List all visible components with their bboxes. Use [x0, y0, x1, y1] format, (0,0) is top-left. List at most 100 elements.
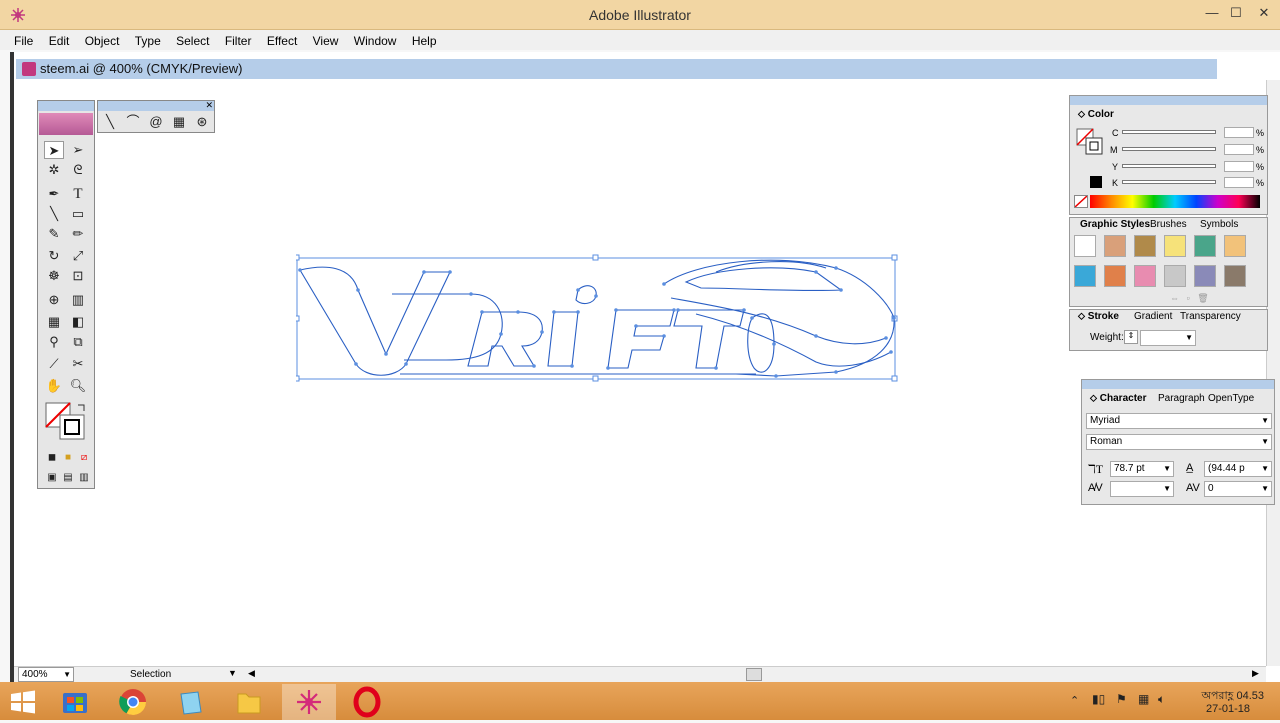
selection-tool-icon[interactable]: ➤: [44, 141, 64, 159]
tray-flag-icon[interactable]: ⚑: [1116, 692, 1127, 706]
line-tool-icon[interactable]: ╲: [44, 205, 64, 223]
graphic-style-swatch[interactable]: [1104, 235, 1126, 257]
font-style-select[interactable]: Roman ▼: [1086, 434, 1272, 450]
full-screen-mode-icon[interactable]: ▥: [74, 469, 94, 487]
taskbar-store-icon[interactable]: [48, 684, 102, 720]
none-mode-icon[interactable]: ⧄: [74, 449, 94, 467]
selected-artwork[interactable]: [296, 254, 898, 382]
taskbar-chrome-icon[interactable]: [106, 684, 160, 720]
channel-y-value[interactable]: [1224, 161, 1254, 172]
graphic-style-swatch[interactable]: [1134, 265, 1156, 287]
eyedropper-tool-icon[interactable]: ⚲: [44, 333, 64, 351]
menu-select[interactable]: Select: [170, 31, 215, 51]
blend-tool-icon[interactable]: ⧉: [68, 333, 88, 351]
tab-transparency[interactable]: Transparency: [1180, 311, 1241, 323]
scale-tool-icon[interactable]: ⤢: [68, 247, 88, 265]
color-spectrum-bar[interactable]: [1090, 195, 1260, 208]
paintbrush-tool-icon[interactable]: ✎: [44, 225, 64, 243]
windows-start-icon[interactable]: [10, 690, 36, 714]
font-size-field[interactable]: 78.7 pt ▼: [1110, 461, 1174, 477]
channel-c-value[interactable]: [1224, 127, 1254, 138]
tools-panel-header[interactable]: [38, 101, 94, 111]
graphic-style-swatch[interactable]: [1104, 265, 1126, 287]
menu-edit[interactable]: Edit: [43, 31, 76, 51]
taskbar-file-explorer-icon[interactable]: [222, 684, 276, 720]
hand-tool-icon[interactable]: ✋: [44, 377, 64, 395]
taskbar-opera-icon[interactable]: [340, 684, 394, 720]
polar-grid-tool-icon[interactable]: ⊛: [192, 113, 212, 131]
pen-tool-icon[interactable]: ✒: [44, 185, 64, 203]
channel-m-value[interactable]: [1224, 144, 1254, 155]
color-panel-header[interactable]: [1070, 96, 1267, 105]
close-button[interactable]: ✕: [1250, 4, 1278, 22]
gradient-tool-icon[interactable]: ◧: [68, 313, 88, 331]
graphic-style-swatch[interactable]: [1194, 235, 1216, 257]
lasso-tool-icon[interactable]: ᘓ: [68, 161, 88, 179]
scissors-tool-icon[interactable]: ✂: [68, 355, 88, 373]
mesh-tool-icon[interactable]: ▦: [44, 313, 64, 331]
flyout-header[interactable]: ✕: [98, 100, 214, 111]
channel-k-value[interactable]: [1224, 177, 1254, 188]
tab-character[interactable]: ⬦ Character: [1090, 393, 1146, 405]
tab-brushes[interactable]: Brushes: [1150, 219, 1187, 231]
channel-k-slider[interactable]: [1122, 180, 1216, 184]
direct-selection-tool-icon[interactable]: ➢: [68, 141, 88, 159]
line-segment-tool-icon[interactable]: ╲: [100, 113, 120, 131]
type-tool-icon[interactable]: T: [68, 185, 88, 203]
menu-view[interactable]: View: [307, 31, 345, 51]
tab-symbols[interactable]: Symbols: [1200, 219, 1238, 231]
status-dropdown-arrow-icon[interactable]: ▼: [228, 668, 237, 678]
tray-clock-date[interactable]: 27-01-18: [1180, 703, 1250, 715]
tab-graphic-styles[interactable]: Graphic Styles: [1080, 219, 1150, 231]
stroke-weight-select[interactable]: ▼: [1140, 330, 1196, 346]
scroll-left-arrow-icon[interactable]: ◀: [248, 668, 255, 679]
graphic-style-swatch[interactable]: [1224, 235, 1246, 257]
menu-filter[interactable]: Filter: [219, 31, 258, 51]
zoom-tool-icon[interactable]: 🔍︎: [68, 377, 88, 395]
menu-help[interactable]: Help: [406, 31, 443, 51]
tracking-field[interactable]: 0 ▼: [1204, 481, 1272, 497]
black-swatch-icon[interactable]: [1090, 176, 1102, 188]
tray-network-icon[interactable]: ▦: [1138, 692, 1149, 706]
character-panel-header[interactable]: [1082, 380, 1274, 389]
arc-tool-icon[interactable]: ⌒: [123, 113, 143, 131]
menu-file[interactable]: File: [8, 31, 39, 51]
graphic-style-swatch[interactable]: [1194, 265, 1216, 287]
pencil-tool-icon[interactable]: ✏: [68, 225, 88, 243]
menu-effect[interactable]: Effect: [261, 31, 303, 51]
magic-wand-tool-icon[interactable]: ✲: [44, 161, 64, 179]
scroll-right-arrow-icon[interactable]: ▶: [1252, 668, 1259, 679]
fill-stroke-swatch-icon[interactable]: [44, 401, 88, 443]
graphic-style-swatch[interactable]: [1164, 235, 1186, 257]
none-color-icon[interactable]: [1074, 195, 1088, 208]
tab-stroke[interactable]: ⬦ Stroke: [1078, 311, 1119, 323]
graphic-style-swatch[interactable]: [1224, 265, 1246, 287]
graphic-style-swatch[interactable]: [1164, 265, 1186, 287]
channel-c-slider[interactable]: [1122, 130, 1216, 134]
tray-expand-icon[interactable]: ⌃: [1070, 694, 1079, 707]
font-family-select[interactable]: Myriad ▼: [1086, 413, 1272, 429]
tray-battery-icon[interactable]: ▮▯: [1092, 692, 1105, 706]
slice-tool-icon[interactable]: ⟋: [44, 355, 64, 373]
zoom-select[interactable]: 400% ▼: [18, 667, 74, 682]
fill-stroke-mini-icon[interactable]: [1076, 128, 1104, 156]
menu-object[interactable]: Object: [79, 31, 126, 51]
kerning-field[interactable]: ▼: [1110, 481, 1174, 497]
free-transform-tool-icon[interactable]: ⊡: [68, 267, 88, 285]
graph-tool-icon[interactable]: ▥: [68, 291, 88, 309]
tab-color[interactable]: ⬦ Color: [1078, 109, 1114, 121]
horizontal-scroll-thumb[interactable]: [746, 668, 762, 681]
document-title-bar[interactable]: steem.ai @ 400% (CMYK/Preview): [16, 59, 1217, 79]
graphic-style-swatch[interactable]: [1074, 235, 1096, 257]
menu-window[interactable]: Window: [348, 31, 403, 51]
taskbar-illustrator-icon[interactable]: [282, 684, 336, 720]
graphic-style-swatch[interactable]: [1074, 265, 1096, 287]
channel-m-slider[interactable]: [1122, 147, 1216, 151]
symbol-sprayer-tool-icon[interactable]: ⊕: [44, 291, 64, 309]
rotate-tool-icon[interactable]: ↻: [44, 247, 64, 265]
weight-stepper[interactable]: ⇕: [1124, 330, 1138, 344]
tab-opentype[interactable]: OpenType: [1208, 393, 1254, 405]
rectangle-tool-icon[interactable]: ▭: [68, 205, 88, 223]
rectangular-grid-tool-icon[interactable]: ▦: [169, 113, 189, 131]
tab-gradient[interactable]: Gradient: [1134, 311, 1172, 323]
